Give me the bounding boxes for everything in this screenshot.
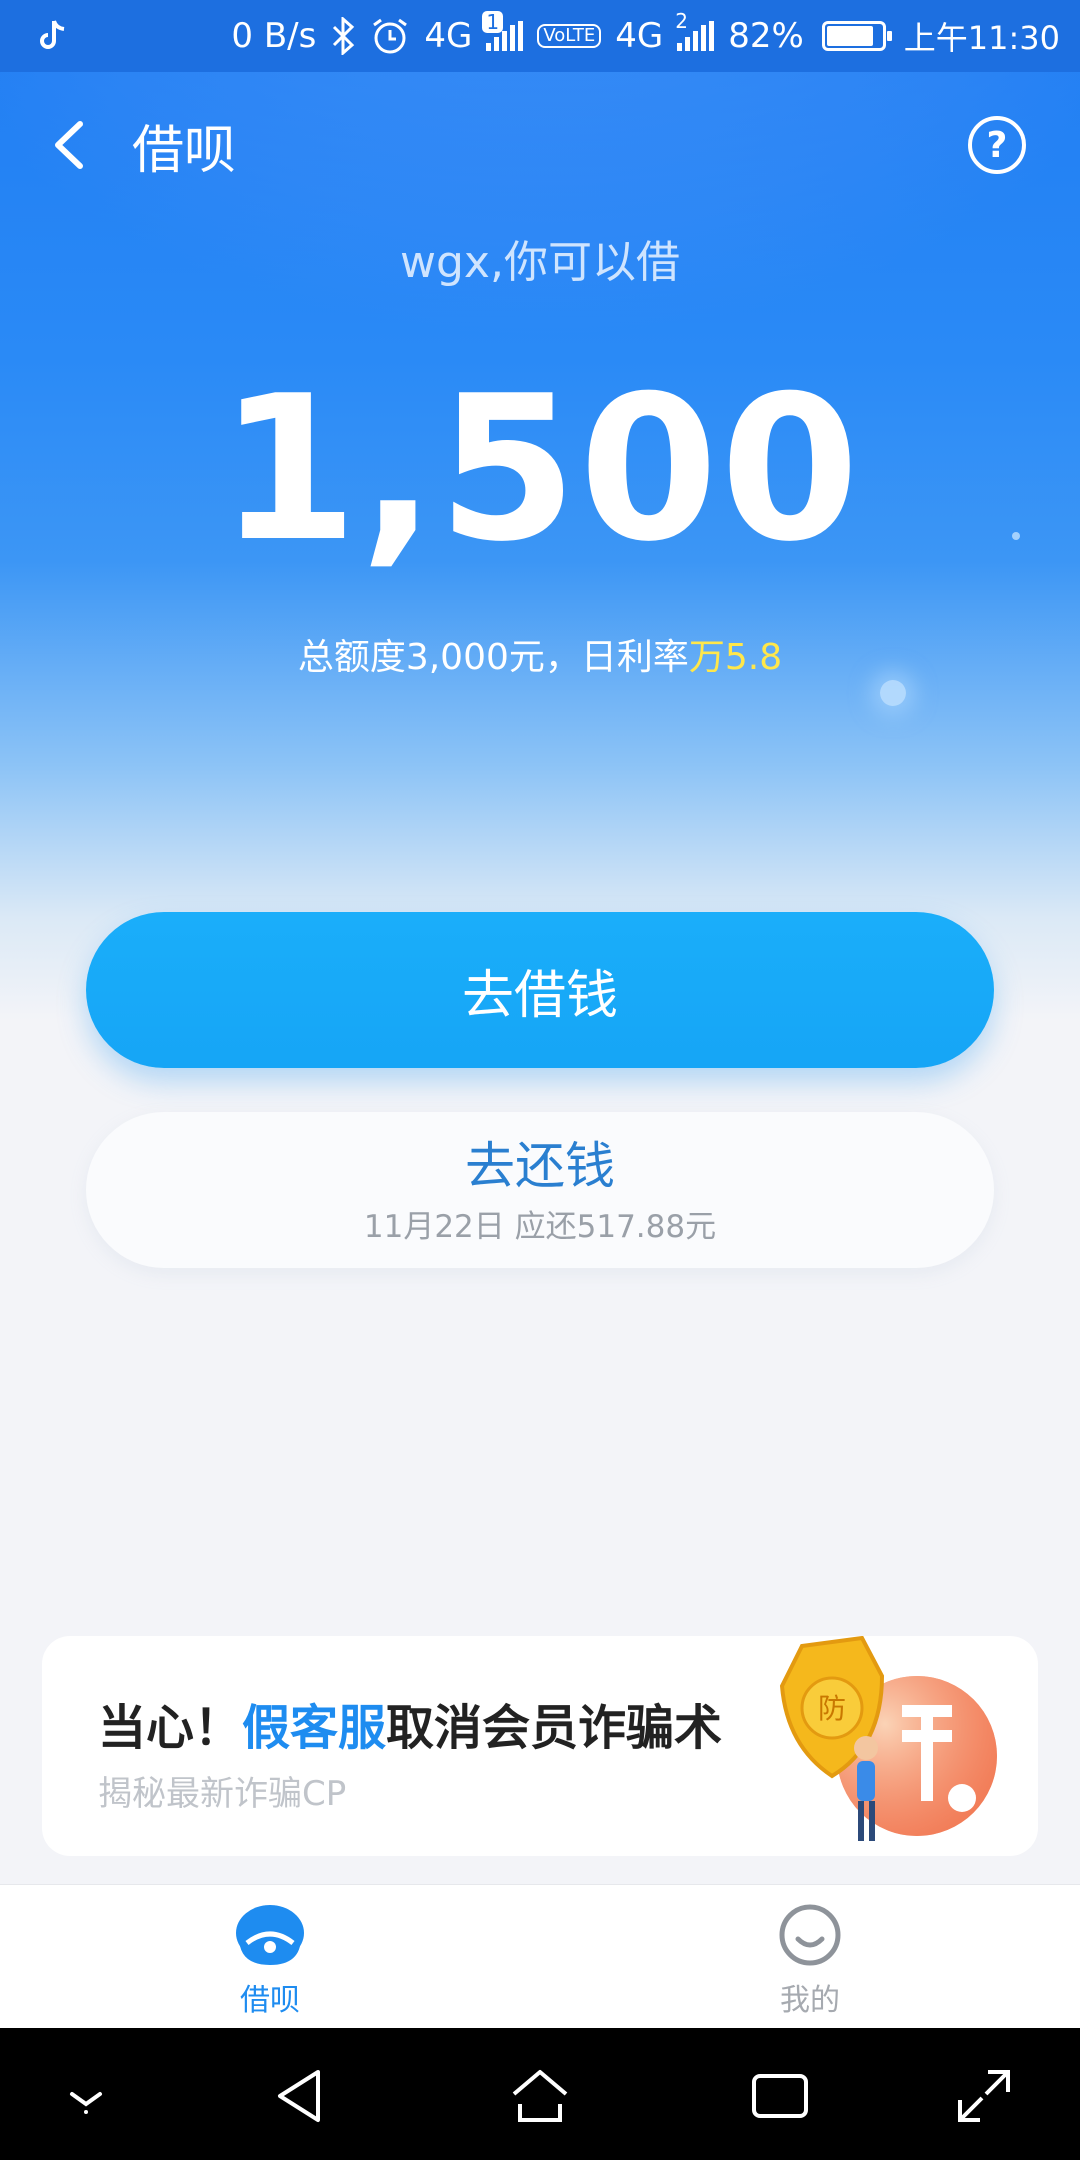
back-triangle-icon[interactable] bbox=[270, 2064, 334, 2128]
limit-rate-line: 总额度3,000元，日利率万5.8 bbox=[0, 628, 1080, 680]
help-icon[interactable]: ? bbox=[968, 116, 1026, 174]
tab-jiebei-label: 借呗 bbox=[240, 1983, 300, 2018]
repay-button[interactable]: 去还钱 11月22日 应还517.88元 bbox=[86, 1112, 994, 1268]
chevron-down-icon[interactable] bbox=[54, 2064, 118, 2128]
tiktok-icon bbox=[40, 20, 65, 49]
bluetooth-icon bbox=[333, 17, 355, 55]
network-type-1: 4G bbox=[424, 16, 473, 56]
repay-due-text: 11月22日 应还517.88元 bbox=[363, 1208, 717, 1245]
battery-icon bbox=[821, 21, 892, 51]
signal-icon-sim2: 2 bbox=[675, 9, 715, 51]
bottom-tab-bar: 借呗 我的 bbox=[0, 1884, 1080, 2028]
sim1-badge: 1 bbox=[482, 11, 504, 33]
borrow-button-label: 去借钱 bbox=[461, 965, 618, 1026]
tab-jiebei[interactable]: 借呗 bbox=[170, 1885, 370, 2029]
tab-mine-label: 我的 bbox=[780, 1983, 840, 2018]
smiley-icon bbox=[779, 1904, 841, 1966]
volte-icon: VoLTE bbox=[537, 24, 602, 48]
shield-illustration: 防 bbox=[779, 1636, 997, 1841]
expand-icon[interactable] bbox=[952, 2064, 1016, 2128]
limit-text: 总额度3,000元，日利率 bbox=[297, 637, 689, 678]
greeting-text: wgx,你可以借 bbox=[400, 237, 680, 288]
back-arrow-icon[interactable] bbox=[44, 118, 98, 172]
tab-mine[interactable]: 我的 bbox=[710, 1885, 910, 2029]
available-amount: 1,500 bbox=[218, 353, 862, 586]
borrow-button[interactable]: 去借钱 bbox=[86, 912, 994, 1068]
battery-percent: 82% bbox=[728, 16, 804, 56]
clock: 上午11:30 bbox=[903, 19, 1060, 57]
daily-rate: 万5.8 bbox=[688, 637, 783, 678]
sparkle-decoration bbox=[880, 680, 906, 706]
promo-title-post: 取消会员诈骗术 bbox=[386, 1700, 723, 1756]
jiebei-tab-icon bbox=[236, 1905, 304, 1965]
network-type-2: 4G bbox=[615, 16, 664, 56]
promo-title: 当心！假客服取消会员诈骗术 bbox=[98, 1688, 722, 1758]
net-speed: 0 B/s bbox=[231, 16, 317, 56]
recents-icon[interactable] bbox=[748, 2064, 812, 2128]
page-title: 借呗 bbox=[132, 121, 237, 181]
signal-icon-sim1: 1 bbox=[482, 11, 524, 51]
alarm-icon bbox=[373, 18, 408, 54]
home-icon[interactable] bbox=[508, 2064, 572, 2128]
status-bar: 0 B/s 4G 1 VoLTE 4G 2 82% 上午11:30 bbox=[0, 0, 1080, 72]
promo-subtitle: 揭秘最新诈骗CP bbox=[98, 1774, 347, 1814]
shield-badge-char: 防 bbox=[818, 1692, 846, 1725]
repay-button-label: 去还钱 bbox=[465, 1136, 615, 1195]
system-nav-bar bbox=[0, 2028, 1080, 2160]
anti-fraud-promo-card[interactable]: 当心！假客服取消会员诈骗术 揭秘最新诈骗CP 防 bbox=[42, 1636, 1038, 1856]
promo-title-highlight: 假客服 bbox=[242, 1700, 387, 1756]
header: 借呗 ? bbox=[0, 100, 1080, 190]
promo-title-pre: 当心！ bbox=[98, 1700, 243, 1756]
sim2-badge: 2 bbox=[675, 9, 688, 33]
